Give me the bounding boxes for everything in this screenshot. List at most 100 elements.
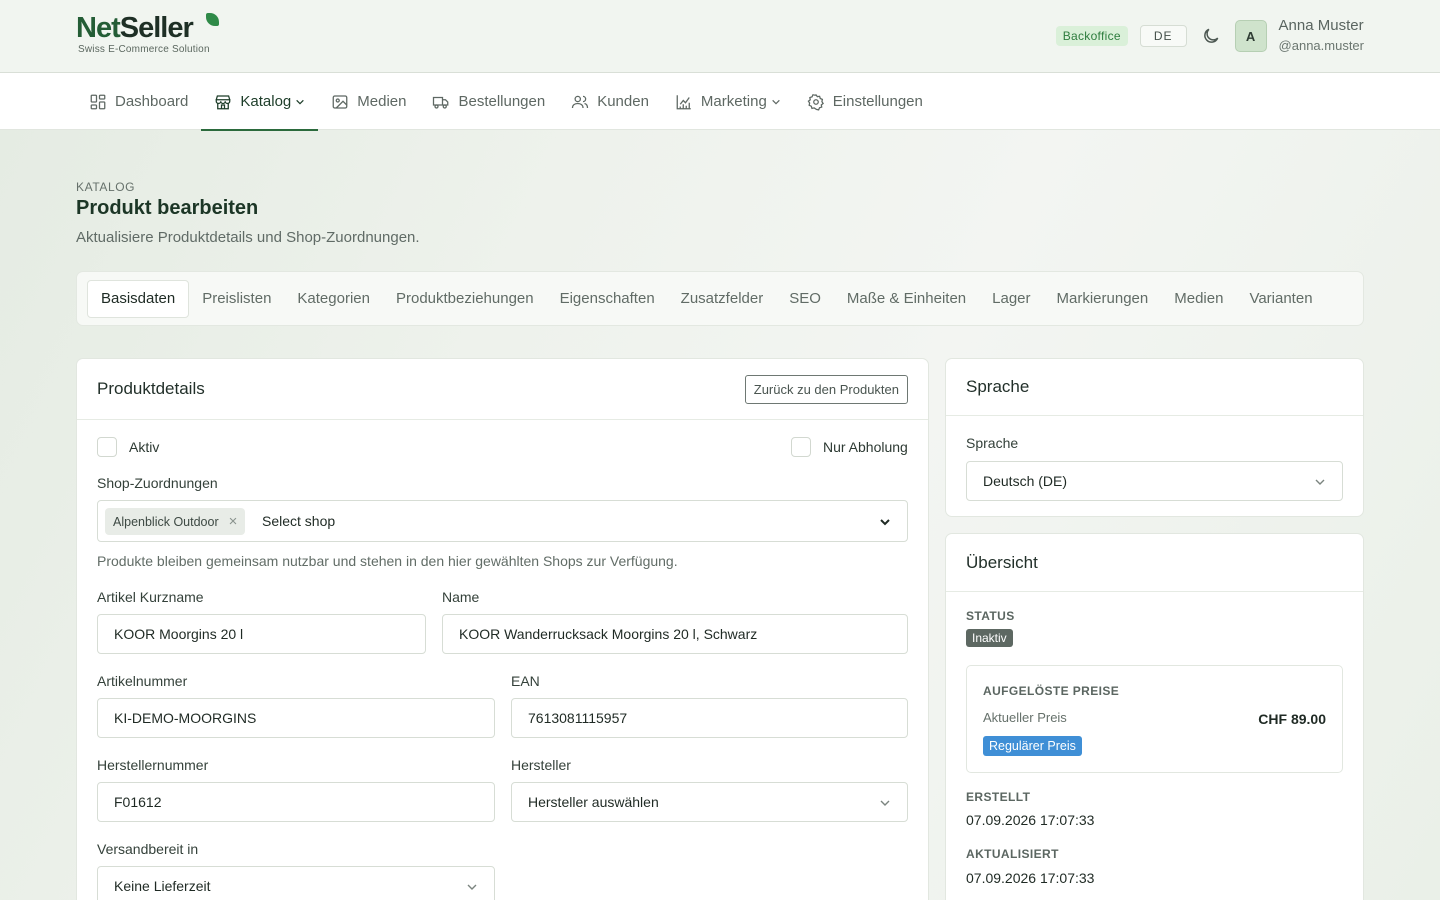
- shipping-select-value: Keine Lieferzeit: [114, 878, 211, 894]
- sku-label: Artikelnummer: [97, 673, 188, 689]
- tab-masse-einheiten[interactable]: Maße & Einheiten: [834, 280, 979, 318]
- tab-zusatzfelder[interactable]: Zusatzfelder: [668, 280, 777, 318]
- shops-label: Shop-Zuordnungen: [97, 475, 218, 491]
- nav-item-marketing[interactable]: Marketing: [662, 73, 794, 130]
- tab-varianten[interactable]: Varianten: [1236, 280, 1325, 318]
- product-tabs: Basisdaten Preislisten Kategorien Produk…: [76, 271, 1364, 326]
- user-handle: @anna.muster: [1278, 38, 1364, 53]
- shops-help-text: Produkte bleiben gemeinsam nutzbar und s…: [97, 553, 678, 569]
- short-name-value: KOOR Moorgins 20 l: [114, 626, 244, 642]
- updated-label: AKTUALISIERT: [966, 847, 1059, 861]
- manufacturer-number-value: F01612: [114, 794, 162, 810]
- manufacturer-number-label: Herstellernummer: [97, 757, 209, 773]
- chevron-down-icon: [880, 800, 890, 806]
- user-info[interactable]: Anna Muster @anna.muster: [1279, 16, 1364, 56]
- language-switch-button[interactable]: DE: [1139, 25, 1187, 47]
- active-label: Aktiv: [129, 439, 160, 455]
- nav-item-bestellungen[interactable]: Bestellungen: [419, 73, 558, 130]
- created-value: 07.09.2026 17:07:33: [966, 812, 1095, 828]
- card-title: Übersicht: [966, 552, 1038, 572]
- nav-item-kunden[interactable]: Kunden: [558, 73, 662, 130]
- dashboard-icon: [90, 94, 106, 109]
- shipping-select[interactable]: Keine Lieferzeit: [97, 866, 495, 900]
- tab-lager[interactable]: Lager: [979, 280, 1043, 318]
- nav-label: Kunden: [597, 93, 649, 110]
- brand-tagline: Swiss E-Commerce Solution: [78, 44, 210, 55]
- chevron-down-icon: [880, 519, 890, 526]
- nav-label: Dashboard: [115, 93, 189, 110]
- chart-icon: [676, 94, 691, 109]
- sku-value: KI-DEMO-MOORGINS: [114, 710, 257, 726]
- nav-label: Katalog: [240, 93, 292, 110]
- resolved-prices-box: AUFGELÖSTE PREISE Aktueller Preis CHF 89…: [966, 665, 1343, 773]
- chevron-down-icon: [467, 884, 477, 890]
- language-select[interactable]: Deutsch (DE): [966, 461, 1343, 501]
- shipping-label: Versandbereit in: [97, 841, 199, 857]
- manufacturer-select-value: Hersteller auswählen: [528, 794, 659, 810]
- breadcrumb: KATALOG: [76, 180, 136, 194]
- card-title: Sprache: [966, 377, 1030, 396]
- short-name-input[interactable]: KOOR Moorgins 20 l: [97, 614, 426, 654]
- name-label: Name: [442, 589, 480, 605]
- ean-value: 7613081115957: [528, 710, 628, 726]
- nav-item-dashboard[interactable]: Dashboard: [76, 73, 201, 130]
- back-to-products-button[interactable]: Zurück zu den Produkten: [744, 374, 908, 404]
- ean-input[interactable]: 7613081115957: [511, 698, 908, 738]
- language-label: Sprache: [966, 435, 1019, 451]
- image-icon: [332, 94, 348, 109]
- tab-seo[interactable]: SEO: [776, 280, 834, 318]
- env-badge: Backoffice: [1055, 26, 1128, 46]
- language-card: Sprache Sprache Deutsch (DE): [945, 358, 1364, 517]
- chevron-down-icon: [1315, 479, 1325, 485]
- nav-label: Medien: [357, 93, 407, 110]
- page-subtitle: Aktualisiere Produktdetails und Shop-Zuo…: [76, 229, 420, 246]
- shop-chip: Alpenblick Outdoor ×: [105, 508, 246, 535]
- brand-name: NetSeller: [76, 12, 194, 44]
- overview-card: Übersicht STATUS Inaktiv AUFGELÖSTE PREI…: [945, 533, 1364, 900]
- nav-label: Einstellungen: [832, 93, 923, 110]
- product-details-card: Produktdetails Zurück zu den Produkten A…: [76, 358, 929, 900]
- shop-select[interactable]: Alpenblick Outdoor × Select shop: [97, 500, 908, 542]
- sku-input[interactable]: KI-DEMO-MOORGINS: [97, 698, 495, 738]
- nav-label: Bestellungen: [458, 93, 546, 110]
- store-icon: [216, 94, 231, 109]
- page-title: Produkt bearbeiten: [76, 197, 259, 219]
- manufacturer-select[interactable]: Hersteller auswählen: [511, 782, 908, 822]
- card-title: Produktdetails: [97, 379, 205, 398]
- name-value: KOOR Wanderrucksack Moorgins 20 l, Schwa…: [459, 626, 758, 642]
- tab-produktbeziehungen[interactable]: Produktbeziehungen: [383, 280, 547, 318]
- updated-value: 07.09.2026 17:07:33: [966, 870, 1095, 886]
- tab-eigenschaften[interactable]: Eigenschaften: [547, 280, 668, 318]
- current-price-label: Aktueller Preis: [983, 710, 1067, 725]
- tab-preislisten[interactable]: Preislisten: [189, 280, 284, 318]
- nav-item-katalog[interactable]: Katalog: [201, 73, 319, 131]
- gear-icon: [807, 93, 824, 111]
- resolved-prices-label: AUFGELÖSTE PREISE: [983, 684, 1120, 698]
- manufacturer-number-input[interactable]: F01612: [97, 782, 495, 822]
- active-checkbox[interactable]: [97, 437, 117, 457]
- avatar[interactable]: A: [1234, 20, 1267, 52]
- nav-item-medien[interactable]: Medien: [318, 73, 419, 130]
- name-input[interactable]: KOOR Wanderrucksack Moorgins 20 l, Schwa…: [442, 614, 908, 654]
- tab-medien[interactable]: Medien: [1161, 280, 1236, 318]
- status-badge: Inaktiv: [966, 629, 1013, 647]
- price-type-badge: Regulärer Preis: [983, 736, 1082, 756]
- moon-icon[interactable]: [1201, 26, 1221, 46]
- pickup-only-checkbox[interactable]: [791, 437, 811, 457]
- nav-item-einstellungen[interactable]: Einstellungen: [794, 73, 936, 130]
- short-name-label: Artikel Kurzname: [97, 589, 204, 605]
- ean-label: EAN: [511, 673, 540, 689]
- top-header: NetSeller Swiss E-Commerce Solution Back…: [0, 0, 1440, 73]
- users-icon: [572, 95, 589, 108]
- brand-logo[interactable]: NetSeller Swiss E-Commerce Solution: [76, 12, 219, 55]
- tab-kategorien[interactable]: Kategorien: [284, 280, 383, 318]
- manufacturer-label: Hersteller: [511, 757, 571, 773]
- shop-chip-label: Alpenblick Outdoor: [113, 514, 219, 529]
- truck-icon: [433, 96, 449, 109]
- chevron-down-icon: [772, 99, 780, 105]
- tab-basisdaten[interactable]: Basisdaten: [87, 279, 190, 318]
- close-icon[interactable]: ×: [229, 513, 238, 530]
- main-nav: Dashboard Katalog Medien Bestellungen Ku…: [0, 73, 1440, 131]
- created-label: ERSTELLT: [966, 790, 1031, 804]
- tab-markierungen[interactable]: Markierungen: [1044, 280, 1162, 318]
